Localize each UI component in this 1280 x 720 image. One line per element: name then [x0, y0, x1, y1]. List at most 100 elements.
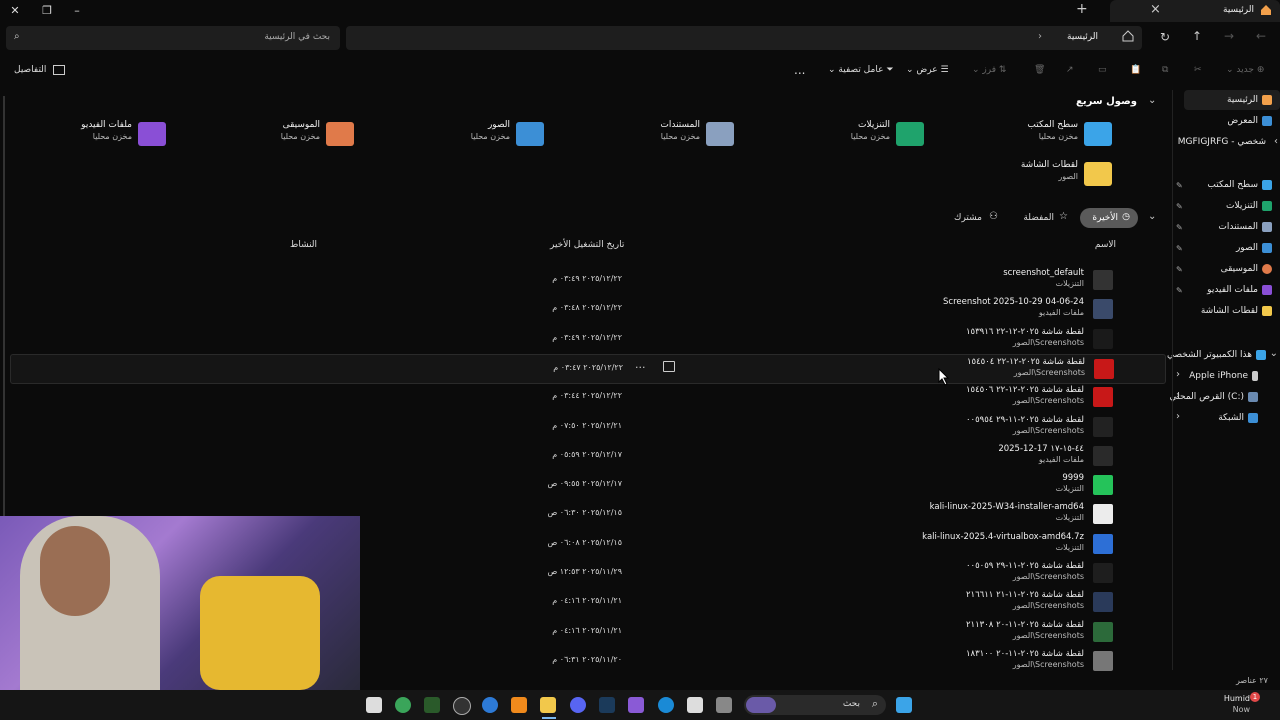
- nav-item-screenshots[interactable]: لقطات الشاشة: [1201, 302, 1272, 320]
- nav-item-downloads[interactable]: التنزيلات: [1226, 197, 1272, 215]
- breadcrumb[interactable]: الرئيسية ›: [346, 26, 1142, 50]
- column-activity[interactable]: النشاط: [290, 240, 317, 250]
- nav-item-user[interactable]: MGFIGJRFG - شخصي: [1178, 133, 1266, 151]
- search-placeholder: بحث في الرئيسية: [264, 32, 330, 42]
- chevron-down-icon[interactable]: ⌄: [1270, 348, 1278, 359]
- nav-item-gallery[interactable]: المعرض: [1227, 112, 1272, 130]
- nav-item-this-pc[interactable]: هذا الكمبيوتر الشخصي: [1167, 346, 1266, 364]
- nav-item-iphone[interactable]: Apple iPhone: [1189, 367, 1258, 385]
- more-button[interactable]: ...: [794, 58, 805, 82]
- folder-icon[interactable]: [540, 697, 556, 713]
- edge-icon[interactable]: [658, 697, 674, 713]
- nav-item-home[interactable]: الرئيسية: [1227, 91, 1272, 109]
- up-icon[interactable]: ↑: [1192, 29, 1202, 43]
- delete-icon[interactable]: 🗑: [1034, 58, 1045, 82]
- file-name: لقطة شاشة ٢٠٢٥-١١-٢١ ٢١٦٦١١: [965, 590, 1084, 600]
- file-row[interactable]: لقطة شاشة ٢٠٢٥-١١-٢٩ ٠٠٥٩٥٤ الصور\Screens…: [10, 413, 1164, 441]
- chevron-left-icon[interactable]: ‹: [1274, 136, 1278, 147]
- taskview-icon[interactable]: [716, 697, 732, 713]
- file-location: الصور\Screenshots: [1012, 426, 1084, 435]
- column-name[interactable]: الاسم: [1095, 240, 1116, 250]
- nav-item-videos[interactable]: ملفات الفيديو: [1207, 281, 1272, 299]
- start-icon[interactable]: [896, 697, 912, 713]
- close-window-button[interactable]: ✕: [6, 3, 24, 19]
- tab-home[interactable]: الرئيسية × +: [1076, 0, 1280, 22]
- view-button[interactable]: ⌄ عرض ☰: [906, 58, 949, 82]
- breadcrumb-home[interactable]: الرئيسية: [1067, 32, 1098, 42]
- file-name: لقطة شاشة ٢٠٢٥-١٢-٢٢ ١٥٣٩١٦: [965, 327, 1084, 337]
- column-last-opened[interactable]: تاريخ التشغيل الأخير: [550, 240, 624, 250]
- obs-icon[interactable]: [453, 697, 471, 715]
- nav-item-desktop[interactable]: سطح المكتب: [1207, 176, 1272, 194]
- file-row[interactable]: 2025-12-17 ٤٤-١٥-١٧ ملفات الفيديو ٢٠٢٥/١٢/…: [10, 442, 1164, 470]
- rename-icon[interactable]: ▭: [1098, 58, 1107, 82]
- tab-recent[interactable]: ◷ الأخيرة: [1080, 208, 1138, 228]
- nav-item-pictures[interactable]: الصور: [1236, 239, 1272, 257]
- file-location: ملفات الفيديو: [1038, 308, 1084, 317]
- app-icon[interactable]: [628, 697, 644, 713]
- quick-access-documents[interactable]: المستندات مخزن محليا: [594, 120, 734, 156]
- new-tab-button[interactable]: +: [1076, 1, 1088, 17]
- back-icon[interactable]: ←: [1256, 29, 1266, 43]
- steam-icon[interactable]: [599, 697, 615, 713]
- quick-access-screenshots[interactable]: لقطات الشاشة الصور: [972, 160, 1112, 196]
- file-row[interactable]: Screenshot 2025-10-29 04-06-24 ملفات الفي…: [10, 295, 1164, 323]
- nav-item-documents[interactable]: المستندات: [1218, 218, 1272, 236]
- filter-button[interactable]: ⌄ عامل تصفية ⏷: [828, 58, 894, 82]
- sort-button[interactable]: ⌄ فرز ⇅: [972, 58, 1006, 82]
- terminal-icon[interactable]: [424, 697, 440, 713]
- chevron-right-icon[interactable]: ›: [1176, 369, 1180, 380]
- file-thumbnail-icon: [1093, 270, 1113, 290]
- forward-icon[interactable]: →: [1224, 29, 1234, 43]
- quick-access-pictures[interactable]: الصور مخزن محليا: [404, 120, 544, 156]
- chrome-alt-icon[interactable]: [482, 697, 498, 713]
- discord-icon[interactable]: [570, 697, 586, 713]
- share-icon[interactable]: ↗: [1066, 58, 1074, 82]
- file-row[interactable]: screenshot_default التنزيلات ٢٠٢٥/١٢/٢٢ ٠٣…: [10, 266, 1164, 294]
- file-row[interactable]: 9999 التنزيلات ٢٠٢٥/١٢/١٧ ٠٩:٥٥ ص: [10, 471, 1164, 499]
- gallery-icon: [1262, 115, 1272, 126]
- nav-item-local-disk[interactable]: القرص المحلي (C:): [1170, 388, 1258, 406]
- quick-access-desktop[interactable]: سطح المكتب مخزن محليا: [972, 120, 1112, 156]
- chevron-down-icon: ⌄: [906, 65, 914, 75]
- nav-item-music[interactable]: الموسيقى: [1221, 260, 1272, 278]
- restore-window-button[interactable]: ❐: [38, 3, 56, 19]
- widgets-icon[interactable]: [366, 697, 382, 713]
- nav-item-network[interactable]: الشبكة: [1218, 409, 1258, 427]
- downloads-icon: [1262, 200, 1272, 211]
- taskbar-search[interactable]: بحث ⌕: [744, 695, 886, 715]
- file-row[interactable]: لقطة شاشة ٢٠٢٥-١٢-٢٢ ١٥٤٥٠٦ الصور\Screens…: [10, 383, 1164, 411]
- row-more-button[interactable]: ···: [635, 361, 646, 374]
- scrollbar[interactable]: [3, 96, 5, 516]
- home-icon: [1122, 30, 1134, 45]
- paste-icon[interactable]: 📋: [1130, 58, 1141, 82]
- details-button[interactable]: التفاصيل: [14, 58, 66, 82]
- refresh-icon[interactable]: ↻: [1160, 30, 1170, 44]
- file-row[interactable]: لقطة شاشة ٢٠٢٥-١٢-٢٢ ١٥٤٥٠٤ الصور\Screens…: [10, 354, 1166, 384]
- quick-access-videos[interactable]: ملفات الفيديو مخزن محليا: [26, 120, 166, 156]
- search-highlight-icon: [746, 697, 776, 713]
- close-tab-icon[interactable]: ×: [1150, 2, 1161, 17]
- chevron-down-icon[interactable]: ⌄: [1148, 95, 1156, 106]
- open-folder-icon[interactable]: [663, 361, 675, 372]
- file-name: لقطة شاشة ٢٠٢٥-١١-٢٠ ٢١١٣٠٨: [965, 620, 1084, 630]
- search-input[interactable]: ⌕ بحث في الرئيسية: [6, 26, 340, 50]
- chrome-icon[interactable]: [395, 697, 411, 713]
- quick-access-downloads[interactable]: التنزيلات مخزن محليا: [784, 120, 924, 156]
- cut-icon[interactable]: ✂: [1194, 58, 1202, 82]
- tab-shared[interactable]: ⚇ مشترك: [946, 208, 1004, 228]
- file-row[interactable]: لقطة شاشة ٢٠٢٥-١٢-٢٢ ١٥٣٩١٦ الصور\Screens…: [10, 325, 1164, 353]
- new-button[interactable]: ⌄ جديد ⊕: [1226, 58, 1264, 82]
- chevron-right-icon[interactable]: ›: [1176, 390, 1180, 401]
- copy-icon[interactable]: ⧉: [1162, 58, 1168, 82]
- chevron-right-icon[interactable]: ›: [1176, 411, 1180, 422]
- quick-access-music[interactable]: الموسيقى مخزن محليا: [214, 120, 354, 156]
- minimize-window-button[interactable]: –: [68, 3, 86, 19]
- desktop-icon: [1262, 179, 1272, 190]
- vlc-icon[interactable]: [511, 697, 527, 713]
- tab-favorites[interactable]: ☆ المفضلة: [1012, 208, 1074, 228]
- chevron-down-icon[interactable]: ⌄: [1148, 211, 1156, 222]
- chevron-right-icon[interactable]: ›: [1038, 31, 1042, 42]
- store-icon[interactable]: [687, 697, 703, 713]
- file-name: kali-linux-2025.4-virtualbox-amd64.7z: [922, 532, 1084, 542]
